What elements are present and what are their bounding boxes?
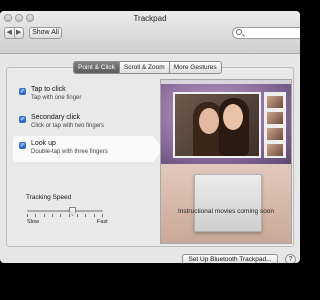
forward-arrow-icon[interactable]: ▶ <box>15 28 24 38</box>
show-all-button[interactable]: Show All <box>29 27 62 39</box>
back-forward-control: ◀ ▶ <box>4 27 24 39</box>
preview-trackpad-area: Instructional movies coming soon <box>161 164 291 243</box>
settings-panel: ✓ Tap to click Tap with one finger ✓ Sec… <box>6 67 294 247</box>
preview-thumbnails <box>264 92 286 158</box>
option-secondary-click[interactable]: ✓ Secondary click Click or tap with two … <box>13 110 153 136</box>
option-subtitle: Tap with one finger <box>31 95 82 101</box>
slider-max-label: Fast <box>97 219 108 225</box>
preview-caption: Instructional movies coming soon <box>177 208 275 215</box>
window-title: Trackpad <box>133 14 167 23</box>
option-subtitle: Double-tap with three fingers <box>31 149 108 155</box>
tab-bar: Point & Click Scroll & Zoom More Gesture… <box>73 61 222 74</box>
option-title: Look up <box>31 140 56 147</box>
back-arrow-icon[interactable]: ◀ <box>5 28 15 38</box>
tracking-speed-label: Tracking Speed <box>26 194 72 201</box>
search-icon <box>236 29 242 35</box>
trackpad-preferences-window: Trackpad ◀ ▶ Show All Point & Click Scro… <box>0 11 300 263</box>
option-subtitle: Click or tap with two fingers <box>31 123 105 129</box>
setup-bluetooth-trackpad-button[interactable]: Set Up Bluetooth Trackpad... <box>182 254 278 263</box>
option-title: Tap to click <box>31 86 66 93</box>
tab-scroll-and-zoom[interactable]: Scroll & Zoom <box>120 62 170 73</box>
tracking-speed-slider[interactable] <box>27 207 103 217</box>
preview-photo <box>173 92 261 158</box>
option-look-up[interactable]: ✓ Look up Double-tap with three fingers <box>13 136 163 162</box>
gesture-preview: Instructional movies coming soon <box>160 79 292 244</box>
title-bar: Trackpad ◀ ▶ Show All <box>0 11 300 54</box>
slider-ticks <box>27 214 103 217</box>
trackpad-image <box>194 174 262 232</box>
option-title: Secondary click <box>31 114 81 121</box>
preview-screen-image <box>161 80 291 164</box>
search-field[interactable] <box>232 27 300 39</box>
tab-more-gestures[interactable]: More Gestures <box>170 62 221 73</box>
help-button[interactable]: ? <box>285 254 296 263</box>
option-tap-to-click[interactable]: ✓ Tap to click Tap with one finger <box>13 82 153 108</box>
checkbox-secondary-click[interactable]: ✓ <box>19 116 26 123</box>
checkbox-look-up[interactable]: ✓ <box>19 142 26 149</box>
slider-track <box>27 210 103 212</box>
slider-min-label: Slow <box>27 219 39 225</box>
tab-point-and-click[interactable]: Point & Click <box>74 62 120 73</box>
checkbox-tap-to-click[interactable]: ✓ <box>19 88 26 95</box>
